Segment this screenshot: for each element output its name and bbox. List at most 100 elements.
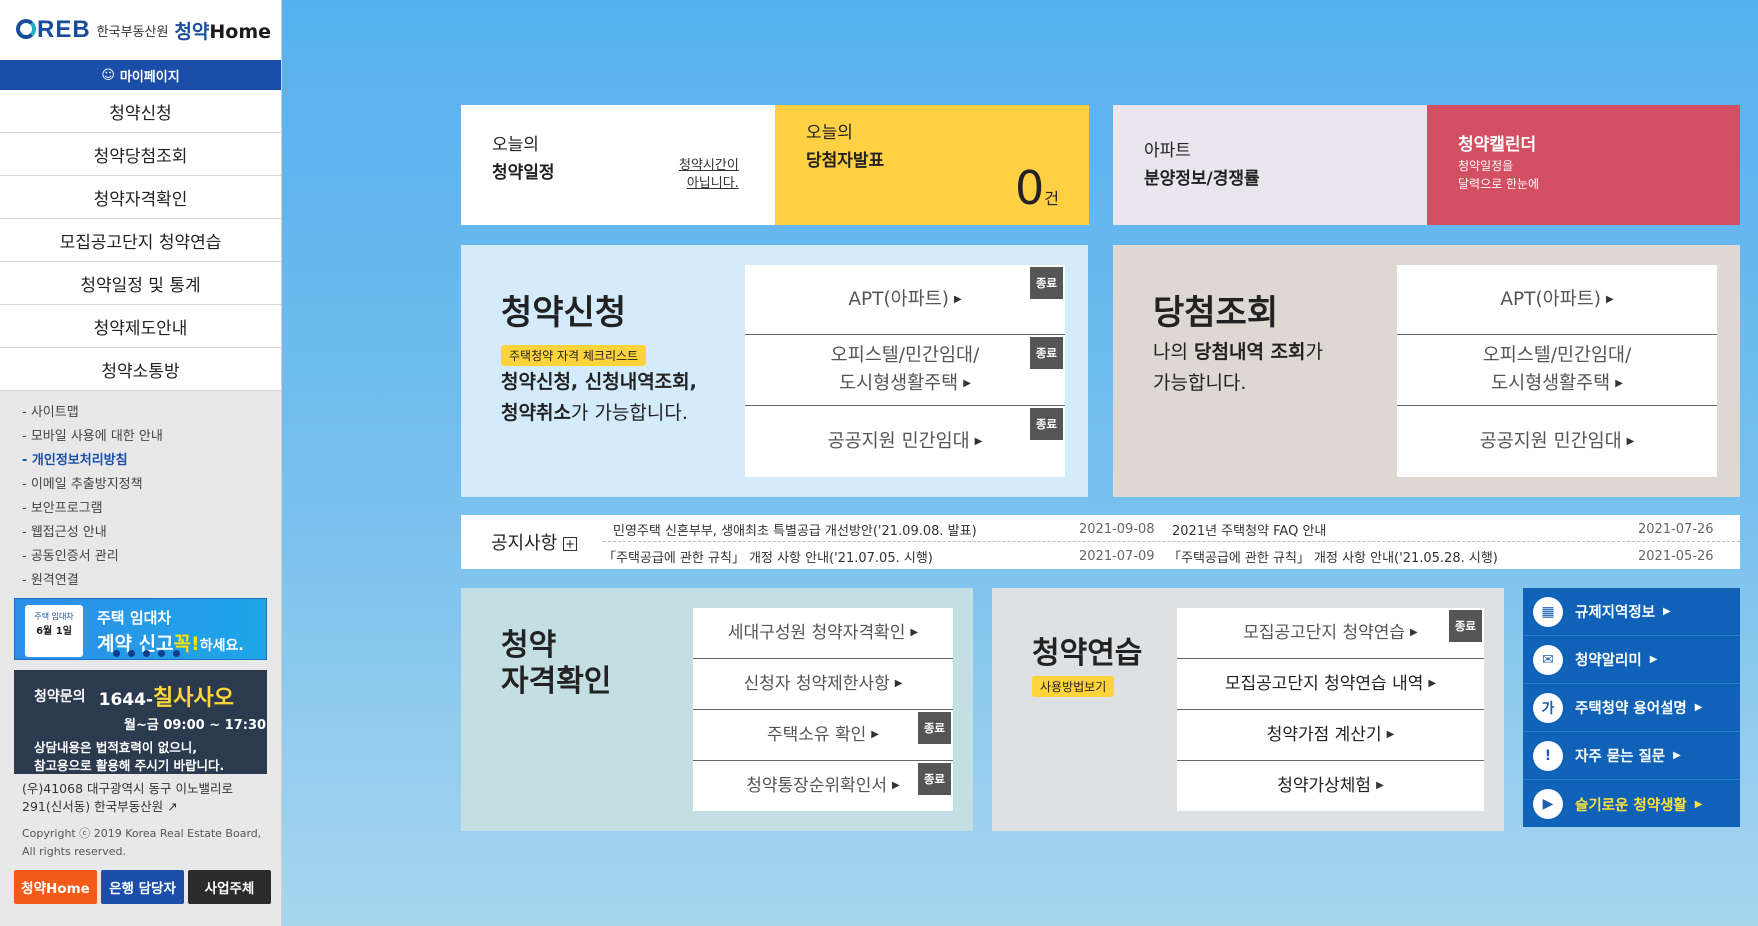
apply-link-officetel[interactable]: 오피스텔/민간임대/도시형생활주택 ▶ 종료 <box>745 335 1065 406</box>
arrow-right-icon: ▶ <box>1663 606 1671 617</box>
practice-link-simulation[interactable]: 청약가상체험 ▶ <box>1177 761 1484 811</box>
bank-staff-button[interactable]: 은행 담당자 <box>101 870 184 904</box>
menu-item-apply[interactable]: 청약신청 <box>0 90 281 133</box>
qualify-link-ownership[interactable]: 주택소유 확인 ▶ 종료 <box>693 710 953 761</box>
quick-alert[interactable]: ✉ 청약알리미 ▶ <box>1523 636 1740 684</box>
home-logo: 청약Home <box>174 20 272 43</box>
menu-item-system-guide[interactable]: 청약제도안내 <box>0 305 281 348</box>
arrow-right-icon: ▶ <box>1386 729 1395 740</box>
apply-link-public-rental[interactable]: 공공지원 민간임대 ▶ 종료 <box>745 406 1065 477</box>
banner-pager[interactable] <box>113 650 180 657</box>
lease-report-banner[interactable]: 주택 임대차 6월 1일 주택 임대차 계약 신고꼭!하세요. <box>14 598 267 660</box>
link-security-program[interactable]: - 보안프로그램 <box>22 497 281 521</box>
closed-badge: 종료 <box>1029 267 1063 299</box>
quick-faq[interactable]: ! 자주 묻는 질문 ▶ <box>1523 732 1740 780</box>
menu-item-schedule-stats[interactable]: 청약일정 및 통계 <box>0 262 281 305</box>
arrow-right-icon: ▶ <box>1410 627 1418 638</box>
notice-date: 2021-07-26 <box>1638 522 1714 537</box>
link-mobile-guide[interactable]: - 모바일 사용에 대한 안내 <box>22 425 281 449</box>
closed-badge: 종료 <box>917 763 951 795</box>
quick-regulated-area[interactable]: ▦ 규제지역정보 ▶ <box>1523 588 1740 636</box>
plus-icon: + <box>562 537 577 551</box>
closed-badge: 종료 <box>1448 610 1482 642</box>
menu-item-community[interactable]: 청약소통방 <box>0 348 281 391</box>
apply-panel: 청약신청 주택청약 자격 체크리스트 청약신청, 신청내역조회, 청약취소가 가… <box>461 245 1088 497</box>
qualify-panel: 청약 자격확인 세대구성원 청약자격확인 ▶ 신청자 청약제한사항 ▶ 주택소유 확인… <box>461 588 973 831</box>
apply-desc-1: 청약신청, 신청내역조회, <box>501 371 697 393</box>
practice-link-calculator[interactable]: 청약가점 계산기 ▶ <box>1177 710 1484 761</box>
notice-item[interactable]: 민영주택 신혼부부, 생애최초 특별공급 개선방안('21.09.08. 발표) <box>613 520 977 539</box>
apply-link-apt[interactable]: APT(아파트) ▶ 종료 <box>745 265 1065 335</box>
practice-link-history[interactable]: 모집공고단지 청약연습 내역 ▶ <box>1177 659 1484 710</box>
apply-link-list: APT(아파트) ▶ 종료 오피스텔/민간임대/도시형생활주택 ▶ 종료 공공지원 민간… <box>745 265 1065 477</box>
link-sitemap[interactable]: - 사이트맵 <box>22 401 281 425</box>
qualify-link-list: 세대구성원 청약자격확인 ▶ 신청자 청약제한사항 ▶ 주택소유 확인 ▶ 종료 청약통… <box>693 608 953 811</box>
apply-checklist-badge[interactable]: 주택청약 자격 체크리스트 <box>501 345 647 366</box>
menu-item-qualify[interactable]: 청약자격확인 <box>0 176 281 219</box>
user-icon: ☺ <box>101 67 115 83</box>
arrow-right-icon: ▶ <box>910 627 919 638</box>
link-remote[interactable]: - 원격연결 <box>22 569 281 593</box>
menu-item-win-check[interactable]: 청약당첨조회 <box>0 133 281 176</box>
qualify-title: 청약 자격확인 <box>501 628 612 699</box>
apt-info-l2: 분양정보/경쟁률 <box>1144 169 1260 189</box>
calendar-illustration: 주택 임대차 6월 1일 <box>25 605 83 657</box>
link-accessibility[interactable]: - 웹접근성 안내 <box>22 521 281 545</box>
arrow-right-icon: ▶ <box>1694 702 1703 713</box>
qualify-link-household[interactable]: 세대구성원 청약자격확인 ▶ <box>693 608 953 659</box>
qualify-link-restriction[interactable]: 신청자 청약제한사항 ▶ <box>693 659 953 710</box>
arrow-right-icon: ▶ <box>1626 435 1635 447</box>
quick-glossary[interactable]: 가 주택청약 용어설명 ▶ <box>1523 684 1740 732</box>
contact-note-2: 참고용으로 활용해 주시기 바랍니다. <box>34 758 225 773</box>
practice-link-complex[interactable]: 모집공고단지 청약연습 ▶ 종료 <box>1177 608 1484 659</box>
arrow-right-icon: ▶ <box>974 435 983 447</box>
calendar-sub1: 청약일정을 <box>1458 159 1514 173</box>
quick-smart-life[interactable]: ▶ 슬기로운 청약생활 ▶ <box>1523 780 1740 828</box>
link-email-policy[interactable]: - 이메일 추출방지정책 <box>22 473 281 497</box>
notice-date: 2021-07-09 <box>1079 549 1155 564</box>
notice-title[interactable]: 공지사항 + <box>491 529 577 555</box>
notice-date: 2021-09-08 <box>1079 522 1155 537</box>
link-certificate[interactable]: - 공동인증서 관리 <box>22 545 281 569</box>
apply-desc-2: 청약취소가 가능합니다. <box>501 402 688 424</box>
qualify-link-passbook[interactable]: 청약통장순위확인서 ▶ 종료 <box>693 761 953 811</box>
arrow-right-icon: ▶ <box>892 780 900 791</box>
arrow-right-icon: ▶ <box>1428 678 1437 689</box>
external-link-icon[interactable]: ↗ <box>167 799 177 814</box>
main-menu: 청약신청 청약당첨조회 청약자격확인 모집공고단지 청약연습 청약일정 및 통계… <box>0 90 281 391</box>
win-link-public-rental[interactable]: 공공지원 민간임대 ▶ <box>1397 406 1717 477</box>
today-schedule-note: 청약시간이 아닙니다. <box>679 158 739 191</box>
address: (우)41068 대구광역시 동구 이노밸리로 291(신서동) 한국부동산원 … <box>22 781 233 814</box>
practice-title: 청약연습 <box>1032 636 1143 671</box>
org-name: 한국부동산원 <box>96 24 169 40</box>
link-privacy[interactable]: - 개인정보처리방침 <box>22 449 281 473</box>
sidebar: REB 한국부동산원 청약Home ☺ 마이페이지 청약신청 청약당첨조회 청약… <box>0 0 282 926</box>
menu-item-practice[interactable]: 모집공고단지 청약연습 <box>0 219 281 262</box>
apt-info-card[interactable]: 아파트 분양정보/경쟁률 <box>1113 105 1427 225</box>
arrow-right-icon: ▶ <box>1605 293 1614 305</box>
today-winner-card[interactable]: 오늘의 당첨자발표 0건 <box>775 105 1089 225</box>
dictionary-icon: 가 <box>1533 692 1563 723</box>
closed-badge: 종료 <box>917 712 951 744</box>
site-logo[interactable]: REB 한국부동산원 청약Home <box>0 0 281 60</box>
notice-item[interactable]: 「주택공급에 관한 규칙」 개정 사항 안내('21.05.28. 시행) <box>1168 547 1498 566</box>
win-link-officetel[interactable]: 오피스텔/민간임대/도시형생활주택 ▶ <box>1397 335 1717 406</box>
arrow-right-icon: ▶ <box>871 729 879 740</box>
mypage-label: 마이페이지 <box>119 69 180 85</box>
today-schedule-card[interactable]: 오늘의 청약일정 청약시간이 아닙니다. <box>461 105 775 225</box>
arrow-right-icon: ▶ <box>1615 378 1623 389</box>
mypage-button[interactable]: ☺ 마이페이지 <box>0 60 281 90</box>
win-desc-1: 나의 당첨내역 조회가 <box>1153 341 1323 363</box>
calendar-sub2: 달력으로 한눈에 <box>1458 177 1540 191</box>
home-button[interactable]: 청약Home <box>14 870 97 904</box>
closed-badge: 종료 <box>1029 337 1063 369</box>
practice-howto-badge[interactable]: 사용방법보기 <box>1032 676 1115 697</box>
business-button[interactable]: 사업주체 <box>188 870 271 904</box>
win-link-apt[interactable]: APT(아파트) ▶ <box>1397 265 1717 335</box>
notice-date: 2021-05-26 <box>1638 549 1714 564</box>
calendar-card[interactable]: 청약캘린더 청약일정을 달력으로 한눈에 <box>1427 105 1740 225</box>
notice-item[interactable]: 「주택공급에 관한 규칙」 개정 사항 안내('21.07.05. 시행) <box>603 547 933 566</box>
quick-menu: ▦ 규제지역정보 ▶ ✉ 청약알리미 ▶ 가 주택청약 용어설명 ▶ ! 자주 묻는 질문 ▶ … <box>1523 588 1740 827</box>
closed-badge: 종료 <box>1029 408 1063 440</box>
notice-item[interactable]: 2021년 주택청약 FAQ 안내 <box>1172 520 1326 539</box>
